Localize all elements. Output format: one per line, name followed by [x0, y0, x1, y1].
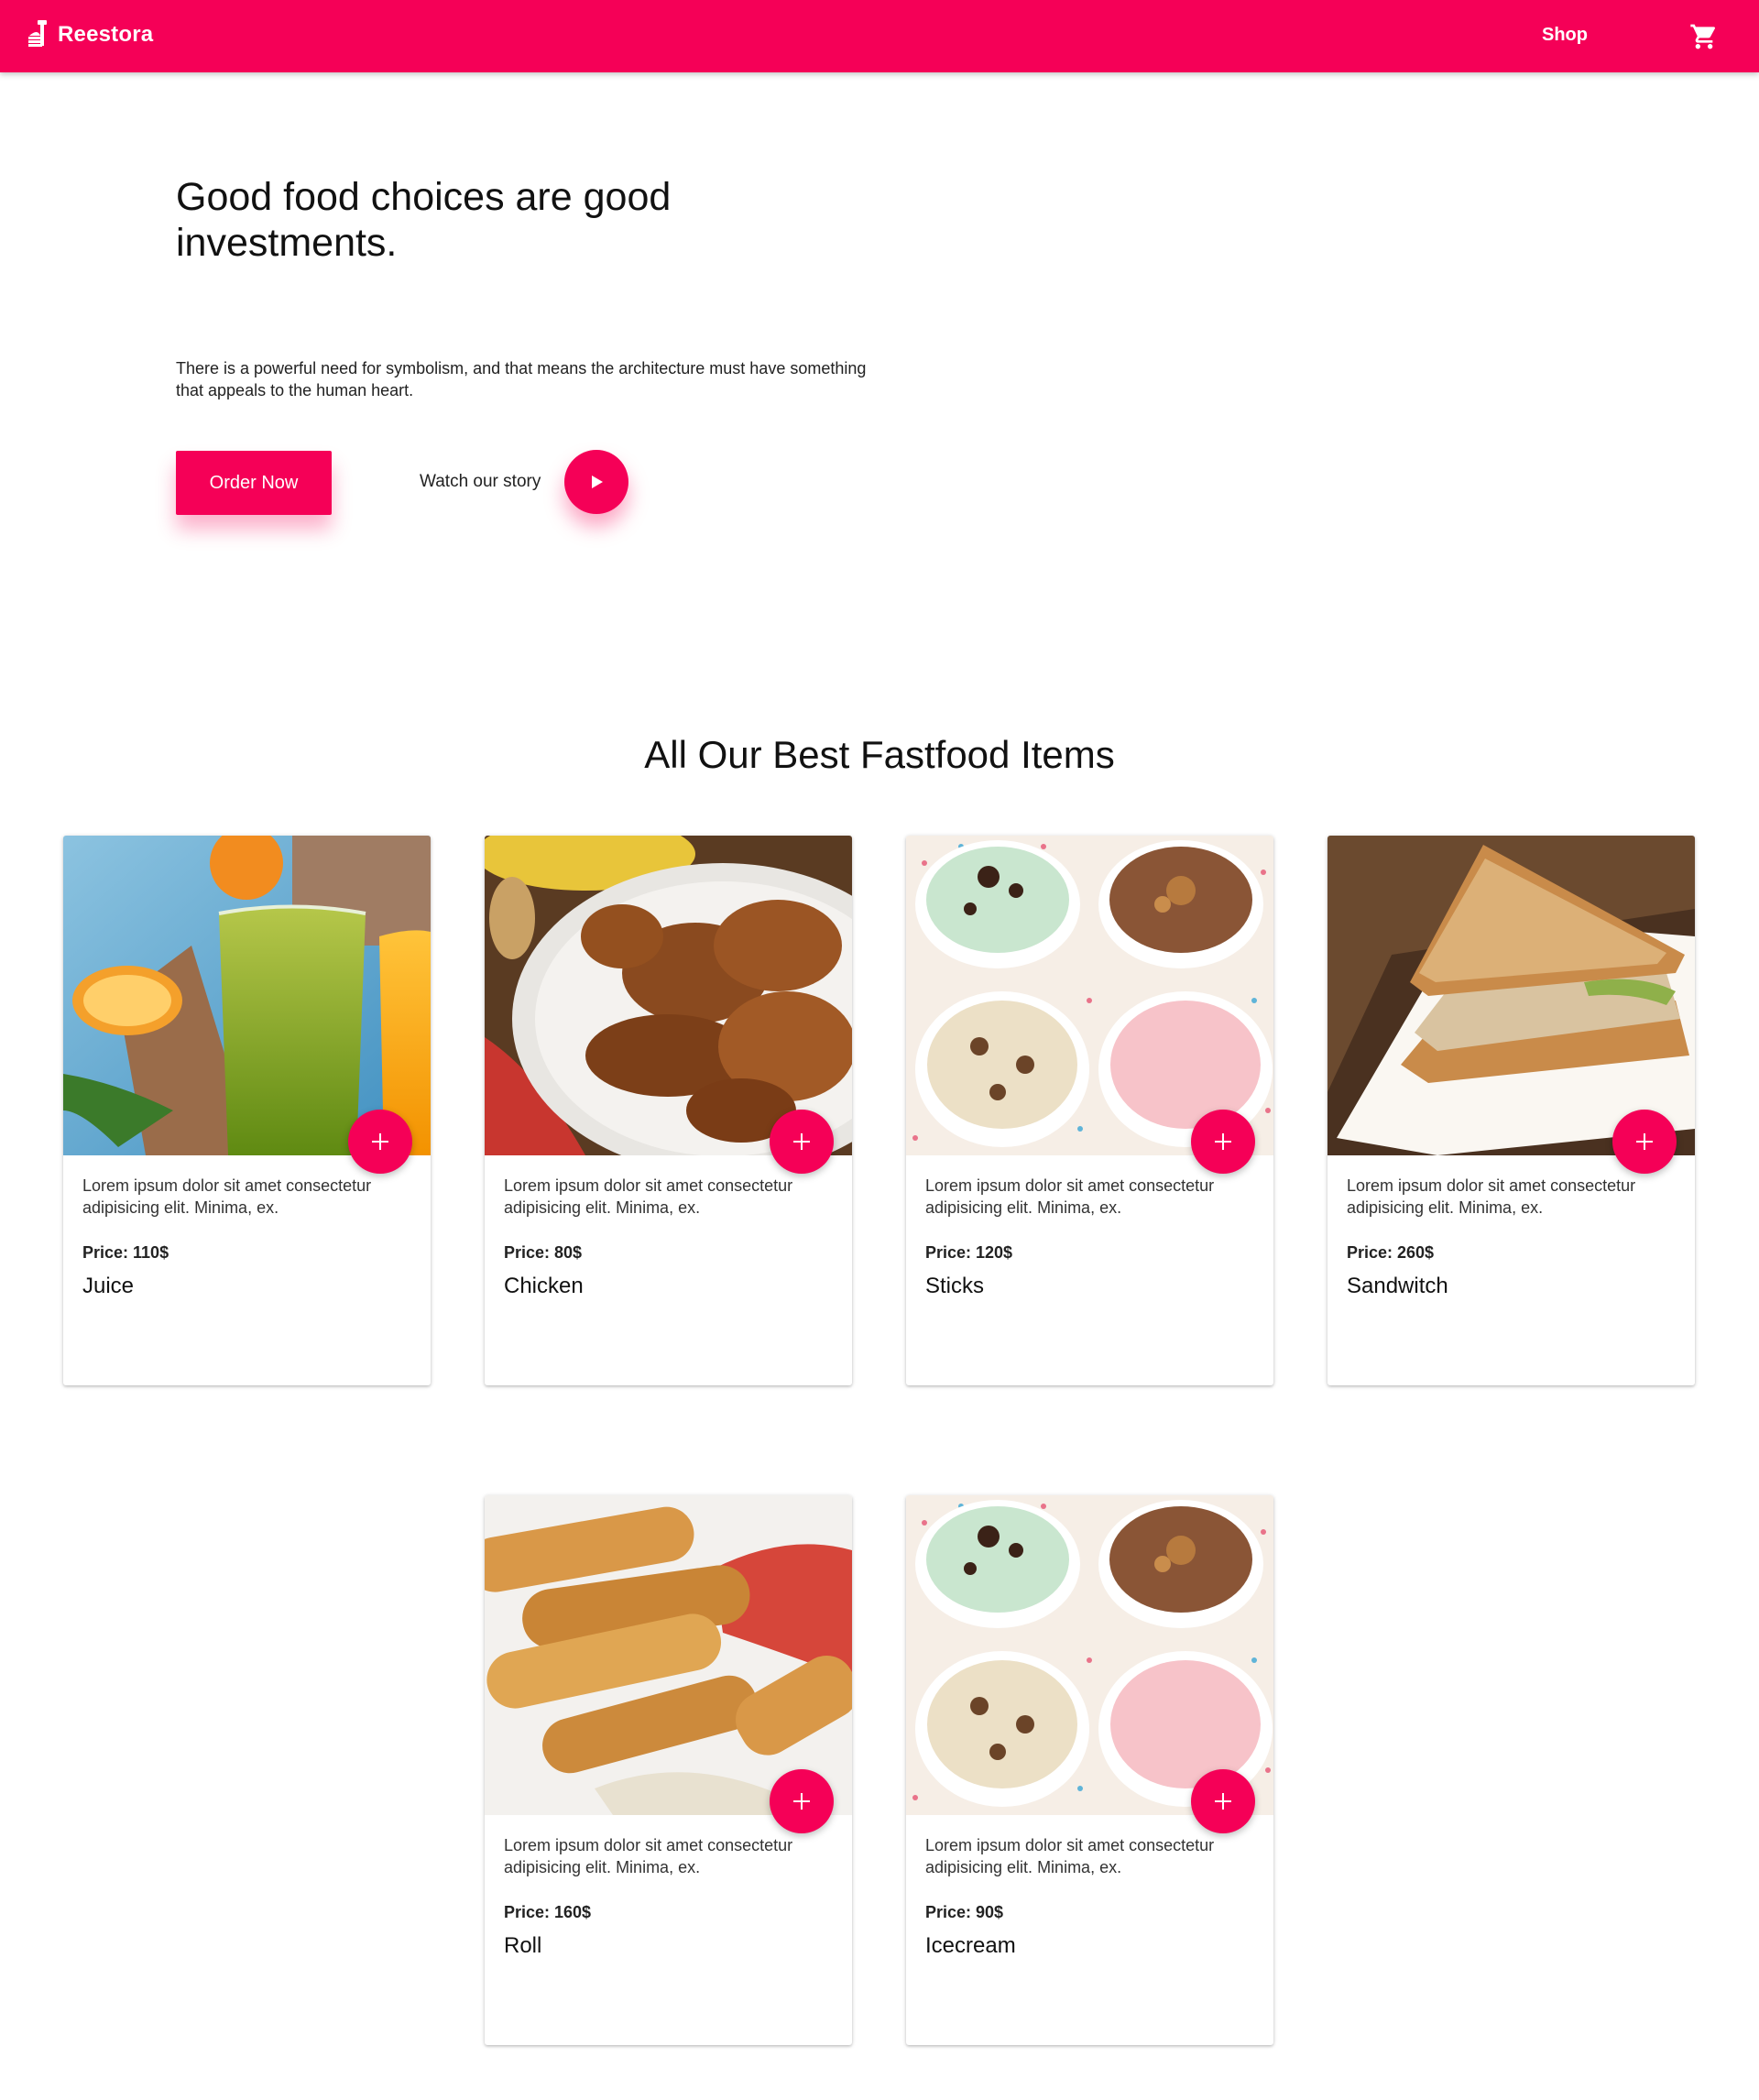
product-price: Price: 120$	[925, 1243, 1013, 1262]
add-to-cart-button[interactable]	[1191, 1769, 1255, 1833]
product-card: Lorem ipsum dolor sit amet consectetur a…	[485, 1495, 852, 2045]
plus-icon	[1215, 1133, 1231, 1150]
plus-icon	[793, 1793, 810, 1810]
icecream-photo	[906, 836, 1273, 1155]
product-price: Price: 80$	[504, 1243, 583, 1262]
restaurant-icon	[28, 20, 47, 47]
product-price: Price: 160$	[504, 1903, 592, 1921]
product-description: Lorem ipsum dolor sit amet consectetur a…	[504, 1836, 793, 1876]
plus-icon	[1636, 1133, 1653, 1150]
product-name: Chicken	[504, 1274, 584, 1298]
product-name: Sandwitch	[1347, 1274, 1448, 1298]
product-name: Icecream	[925, 1933, 1016, 1958]
add-to-cart-button[interactable]	[770, 1769, 834, 1833]
juice-photo	[63, 836, 431, 1155]
product-image	[485, 1495, 852, 1815]
nav-shop-link[interactable]: Shop	[1542, 25, 1588, 46]
icecream-photo	[906, 1495, 1273, 1815]
product-card: Lorem ipsum dolor sit amet consectetur a…	[485, 836, 852, 1385]
product-card: Lorem ipsum dolor sit amet consectetur a…	[1327, 836, 1695, 1385]
product-image	[485, 836, 852, 1155]
plus-icon	[1215, 1793, 1231, 1810]
product-name: Roll	[504, 1933, 542, 1958]
product-image	[1327, 836, 1695, 1155]
top-navbar: Reestora Shop	[0, 0, 1759, 72]
hero-section: Good food choices are good investments. …	[176, 174, 872, 515]
hero-title: Good food choices are good investments.	[176, 175, 672, 265]
product-name: Juice	[82, 1274, 135, 1298]
product-card: Lorem ipsum dolor sit amet consectetur a…	[906, 836, 1273, 1385]
add-to-cart-button[interactable]	[1191, 1110, 1255, 1174]
product-price: Price: 110$	[82, 1243, 169, 1262]
product-image	[906, 836, 1273, 1155]
brand-logo[interactable]: Reestora	[28, 20, 153, 49]
product-description: Lorem ipsum dolor sit amet consectetur a…	[504, 1176, 793, 1217]
product-description: Lorem ipsum dolor sit amet consectetur a…	[1347, 1176, 1636, 1217]
plus-icon	[793, 1133, 810, 1150]
product-description: Lorem ipsum dolor sit amet consectetur a…	[925, 1836, 1215, 1876]
brand-name: Reestora	[58, 22, 154, 47]
play-icon	[592, 476, 603, 488]
add-to-cart-button[interactable]	[1612, 1110, 1677, 1174]
product-price: Price: 260$	[1347, 1243, 1435, 1262]
products-section-title: All Our Best Fastfood Items	[644, 733, 1115, 776]
product-image	[906, 1495, 1273, 1815]
add-to-cart-button[interactable]	[348, 1110, 412, 1174]
watch-story-label: Watch our story	[420, 472, 541, 491]
plus-icon	[372, 1133, 388, 1150]
product-image	[63, 836, 431, 1155]
shopping-cart-icon[interactable]	[1688, 22, 1720, 51]
spring-rolls-photo	[485, 1495, 852, 1815]
product-name: Sticks	[925, 1274, 985, 1298]
hero-description: There is a powerful need for symbolism, …	[176, 359, 867, 399]
product-description: Lorem ipsum dolor sit amet consectetur a…	[82, 1176, 372, 1217]
add-to-cart-button[interactable]	[770, 1110, 834, 1174]
play-story-button[interactable]	[564, 450, 628, 514]
product-card: Lorem ipsum dolor sit amet consectetur a…	[63, 836, 431, 1385]
product-description: Lorem ipsum dolor sit amet consectetur a…	[925, 1176, 1215, 1217]
product-price: Price: 90$	[925, 1903, 1004, 1921]
product-card: Lorem ipsum dolor sit amet consectetur a…	[906, 1495, 1273, 2045]
order-now-button[interactable]: Order Now	[176, 451, 332, 515]
chicken-photo	[485, 836, 852, 1155]
sandwich-photo	[1327, 836, 1695, 1155]
